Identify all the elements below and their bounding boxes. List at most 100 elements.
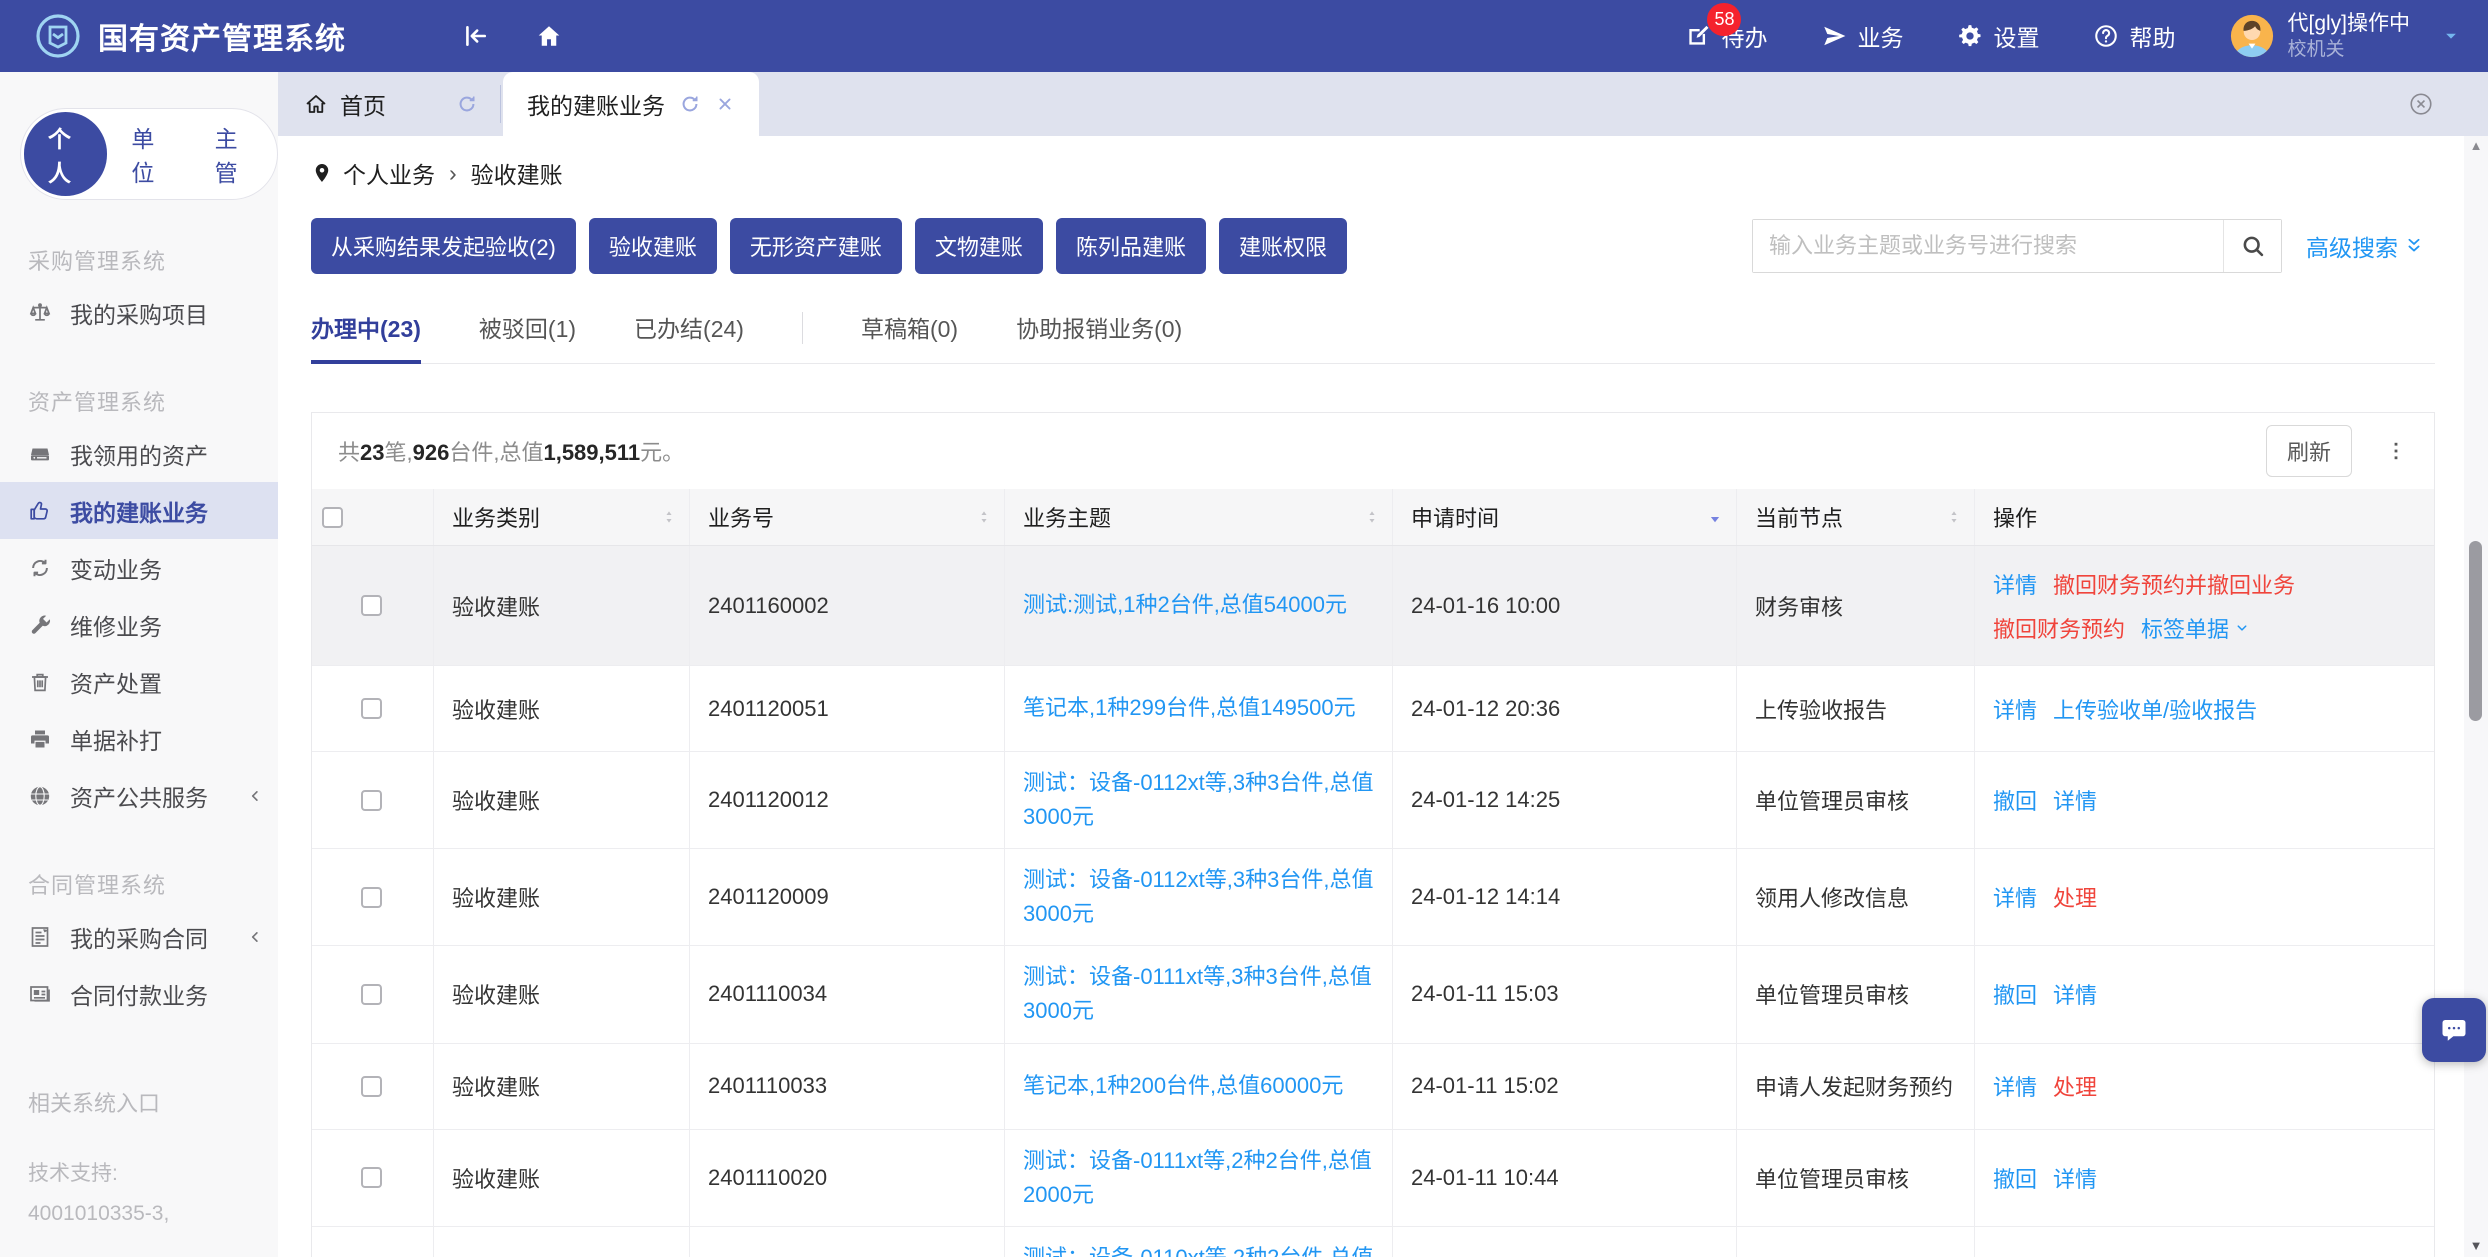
app-title: 国有资产管理系统 xyxy=(98,14,346,58)
chevron-left-icon[interactable] xyxy=(246,787,264,805)
action-link[interactable]: 撤回 xyxy=(1993,1162,2037,1194)
sidebar-item[interactable]: 我的建账业务 xyxy=(0,482,278,539)
subject-link[interactable]: 笔记本,1种299台件,总值149500元 xyxy=(1023,691,1356,725)
subject-link[interactable]: 测试：设备-0111xt等,3种3台件,总值3000元 xyxy=(1023,960,1380,1028)
sidebar-item[interactable]: 我的采购合同 xyxy=(0,908,278,965)
refresh-tab-icon[interactable] xyxy=(679,93,701,115)
scroll-down-arrow-icon[interactable]: ▼ xyxy=(2464,1238,2488,1253)
role-tab[interactable]: 单位 xyxy=(107,112,190,196)
status-tab[interactable]: 被驳回(1) xyxy=(479,310,576,364)
table-header-cell[interactable]: 业务号 xyxy=(690,489,1005,545)
home-icon[interactable] xyxy=(536,23,562,49)
breadcrumb-item[interactable]: 个人业务 xyxy=(343,156,435,190)
close-all-tabs-icon[interactable] xyxy=(2408,91,2434,117)
action-link[interactable]: 处理 xyxy=(2053,1070,2097,1102)
action-button[interactable]: 陈列品建账 xyxy=(1056,218,1206,274)
action-button[interactable]: 验收建账 xyxy=(589,218,717,274)
sort-icon[interactable] xyxy=(976,509,992,525)
action-link[interactable]: 详情 xyxy=(1993,881,2037,913)
refresh-button[interactable]: 刷新 xyxy=(2266,425,2352,477)
status-tab[interactable]: 已办结(24) xyxy=(634,310,744,364)
role-tab[interactable]: 主管 xyxy=(191,112,274,196)
sidebar-item[interactable]: 维修业务 xyxy=(0,596,278,653)
sort-desc-icon[interactable] xyxy=(1706,508,1724,526)
table-header-cell[interactable]: 业务类别 xyxy=(434,489,690,545)
sidebar-item[interactable]: 合同付款业务 xyxy=(0,965,278,1022)
status-tab[interactable]: 协助报销业务(0) xyxy=(1016,310,1182,364)
table-header-cell[interactable]: 申请时间 xyxy=(1393,489,1737,545)
row-checkbox[interactable] xyxy=(361,1167,382,1188)
search-input[interactable] xyxy=(1753,220,2223,272)
row-checkbox[interactable] xyxy=(361,984,382,1005)
table-header-cell[interactable]: 业务主题 xyxy=(1005,489,1393,545)
business-nav-item[interactable]: 业务 xyxy=(1821,19,1903,53)
chevron-down-icon[interactable] xyxy=(2442,27,2460,45)
action-link[interactable]: 撤回财务预约 xyxy=(1993,612,2125,644)
sort-icon[interactable] xyxy=(661,509,677,525)
subject-link[interactable]: 测试：设备-0111xt等,2种2台件,总值2000元 xyxy=(1023,1144,1380,1212)
row-checkbox[interactable] xyxy=(361,887,382,908)
select-all-checkbox[interactable] xyxy=(322,507,343,528)
chevron-left-icon[interactable] xyxy=(246,928,264,946)
breadcrumb-item: 验收建账 xyxy=(471,156,563,190)
sidebar-item[interactable]: 我的采购项目 xyxy=(0,284,278,341)
sort-icon[interactable] xyxy=(1364,509,1380,525)
tab-home[interactable]: 首页 xyxy=(278,72,500,136)
search-button[interactable] xyxy=(2223,220,2281,272)
subject-link[interactable]: 笔记本,1种200台件,总值60000元 xyxy=(1023,1069,1343,1103)
more-options-icon[interactable] xyxy=(2384,439,2408,463)
action-link[interactable]: 详情 xyxy=(2053,978,2097,1010)
subject-cell: 测试：设备-0111xt等,3种3台件,总值3000元 xyxy=(1005,946,1393,1042)
row-checkbox[interactable] xyxy=(361,790,382,811)
subject-link[interactable]: 测试：设备-0112xt等,3种3台件,总值3000元 xyxy=(1023,863,1380,931)
vertical-scrollbar[interactable]: ▲ ▼ xyxy=(2464,136,2488,1257)
action-button[interactable]: 无形资产建账 xyxy=(730,218,902,274)
status-tab[interactable]: 办理中(23) xyxy=(311,310,421,364)
action-button[interactable]: 建账权限 xyxy=(1219,218,1347,274)
scrollbar-thumb[interactable] xyxy=(2469,541,2482,721)
action-link[interactable]: 详情 xyxy=(1993,693,2037,725)
tab-my-accounting[interactable]: 我的建账业务 xyxy=(503,72,759,136)
settings-nav-item[interactable]: 设置 xyxy=(1957,19,2039,53)
action-link[interactable]: 详情 xyxy=(2053,1162,2097,1194)
action-link[interactable]: 撤回 xyxy=(1993,978,2037,1010)
action-link[interactable]: 详情 xyxy=(2053,784,2097,816)
help-nav-item[interactable]: 帮助 xyxy=(2093,19,2175,53)
sidebar-item[interactable]: 我领用的资产 xyxy=(0,425,278,482)
user-menu[interactable]: 代[gly]操作中 校机关 xyxy=(2229,12,2460,61)
refresh-tab-icon[interactable] xyxy=(456,93,478,115)
sidebar-item[interactable]: 变动业务 xyxy=(0,539,278,596)
action-button[interactable]: 文物建账 xyxy=(915,218,1043,274)
table-header-cell[interactable]: 当前节点 xyxy=(1737,489,1975,545)
action-link[interactable]: 详情 xyxy=(1993,1070,2037,1102)
sort-icon[interactable] xyxy=(1946,509,1962,525)
advanced-search-link[interactable]: 高级搜索 xyxy=(2306,229,2424,263)
role-tab[interactable]: 个人 xyxy=(24,112,107,196)
close-tab-icon[interactable] xyxy=(715,94,735,114)
action-link[interactable]: 详情 xyxy=(1993,568,2037,600)
action-button[interactable]: 从采购结果发起验收(2) xyxy=(311,218,576,274)
scroll-up-arrow-icon[interactable]: ▲ xyxy=(2464,138,2488,153)
action-link-label: 详情 xyxy=(2053,978,2097,1010)
row-checkbox[interactable] xyxy=(361,698,382,719)
sidebar-item[interactable]: 单据补打 xyxy=(0,710,278,767)
collapse-sidebar-icon[interactable] xyxy=(462,23,488,49)
sidebar-item[interactable]: 资产处置 xyxy=(0,653,278,710)
subject-link[interactable]: 测试：设备-0110xt等,2种2台件,总值4000元 xyxy=(1023,1241,1380,1257)
sidebar-nav: 采购管理系统我的采购项目资产管理系统我领用的资产我的建账业务变动业务维修业务资产… xyxy=(0,244,278,1022)
action-link[interactable]: 撤回 xyxy=(1993,784,2037,816)
action-link[interactable]: 撤回财务预约并撤回业务 xyxy=(2053,568,2295,600)
summary-part: 23 xyxy=(360,440,384,465)
action-link[interactable]: 标签单据 xyxy=(2141,612,2251,644)
status-tab[interactable]: 草稿箱(0) xyxy=(861,310,958,364)
status-tabs: 办理中(23) 被驳回(1) 已办结(24) 草稿箱(0) 协助报销业务(0) xyxy=(311,310,2435,364)
subject-link[interactable]: 测试:测试,1种2台件,总值54000元 xyxy=(1023,588,1347,622)
row-checkbox[interactable] xyxy=(361,1076,382,1097)
action-link[interactable]: 上传验收单/验收报告 xyxy=(2053,693,2257,725)
row-checkbox[interactable] xyxy=(361,595,382,616)
sidebar-item[interactable]: 资产公共服务 xyxy=(0,767,278,824)
todo-nav-item[interactable]: 待办 58 xyxy=(1685,19,1767,53)
subject-link[interactable]: 测试：设备-0112xt等,3种3台件,总值3000元 xyxy=(1023,766,1380,834)
action-link[interactable]: 处理 xyxy=(2053,881,2097,913)
chat-button[interactable] xyxy=(2422,998,2486,1062)
